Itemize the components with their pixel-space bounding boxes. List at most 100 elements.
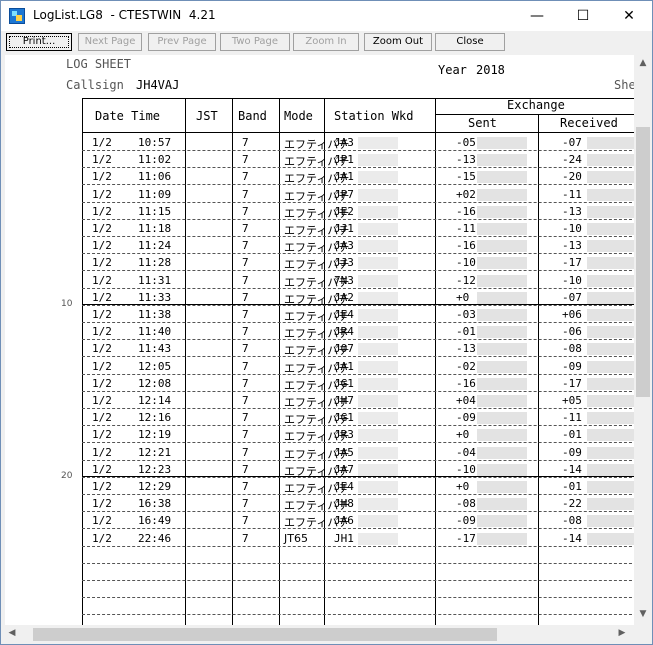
two-page-button[interactable]: Two Page — [220, 33, 290, 51]
redacted-block — [477, 205, 527, 218]
cell-date: 1/2 — [92, 153, 112, 167]
cell-sent: -11 — [456, 222, 476, 235]
cell-mode: JT65 — [284, 531, 308, 545]
line-number-10: 10 — [61, 299, 73, 309]
title-bar[interactable]: LogList.LG8 - CTESTWIN 4.21 — ☐ ✕ — [1, 1, 652, 31]
year-value: 2018 — [476, 63, 505, 77]
redacted-block — [477, 240, 527, 253]
horizontal-scrollbar[interactable]: ◀ ▶ — [1, 625, 634, 644]
redacted-block — [358, 515, 398, 528]
redacted-block — [358, 343, 398, 356]
redacted-block — [477, 377, 527, 390]
cell-station: JA1 — [334, 170, 354, 184]
prev-page-button[interactable]: Prev Page — [148, 33, 216, 51]
cell-sent: -12 — [456, 273, 476, 287]
row-separator — [82, 201, 634, 203]
vertical-scroll-thumb[interactable] — [636, 127, 650, 397]
cell-station: JA3 — [334, 239, 354, 253]
col-header-received: Received — [560, 116, 618, 130]
cell-time: 11:24 — [138, 239, 172, 253]
cell-date: 1/2 — [92, 531, 112, 545]
redacted-block — [477, 446, 527, 459]
cell-date: 1/2 — [92, 445, 112, 459]
zoom-in-button[interactable]: Zoom In — [293, 33, 359, 51]
scroll-up-arrow[interactable]: ▲ — [634, 58, 652, 68]
cell-station: 7N3 — [334, 273, 354, 287]
redacted-block — [587, 188, 634, 201]
maximize-button[interactable]: ☐ — [560, 1, 606, 31]
year-label: Year — [438, 63, 467, 77]
redacted-block — [358, 205, 398, 218]
redacted-block — [477, 326, 527, 339]
horizontal-scroll-thumb[interactable] — [33, 628, 497, 641]
redacted-block — [358, 481, 398, 493]
scroll-right-arrow[interactable]: ▶ — [613, 628, 631, 638]
row-separator — [82, 270, 634, 272]
cell-time: 12:29 — [138, 480, 172, 493]
cell-time: 11:18 — [138, 222, 172, 235]
col-header-date-time: Date Time — [95, 109, 161, 123]
redacted-block — [358, 395, 398, 407]
cell-time: 12:23 — [138, 462, 172, 476]
row-separator — [82, 442, 634, 444]
line-number-20: 20 — [61, 471, 73, 481]
row-separator — [82, 218, 634, 220]
scroll-down-arrow[interactable]: ▼ — [634, 609, 652, 619]
row-separator — [82, 459, 634, 461]
cell-band: 7 — [242, 514, 249, 528]
row-separator — [82, 597, 634, 599]
cell-station: JA6 — [334, 514, 354, 528]
redacted-block — [587, 395, 634, 407]
app-icon[interactable] — [9, 8, 25, 24]
cell-time: 11:38 — [138, 308, 172, 321]
cell-date: 1/2 — [92, 170, 112, 184]
redacted-block — [358, 274, 398, 287]
cell-received: -17 — [562, 376, 582, 390]
row-separator — [82, 304, 634, 306]
redacted-block — [358, 171, 398, 184]
cell-time: 12:14 — [138, 394, 172, 407]
cell-station: JA7 — [334, 462, 354, 476]
cell-received: -11 — [562, 411, 582, 425]
cell-sent: -01 — [456, 325, 476, 339]
redacted-block — [477, 412, 527, 425]
cell-time: 16:49 — [138, 514, 172, 528]
cell-time: 11:31 — [138, 273, 172, 287]
cell-band: 7 — [242, 531, 249, 545]
cell-station: JP1 — [334, 153, 354, 167]
close-window-button[interactable]: ✕ — [606, 1, 652, 31]
cell-date: 1/2 — [92, 204, 112, 218]
redacted-block — [477, 515, 527, 528]
cell-sent: -09 — [456, 514, 476, 528]
col-header-jst: JST — [196, 109, 218, 123]
row-separator — [82, 528, 634, 530]
redacted-block — [358, 309, 398, 321]
redacted-block — [587, 240, 634, 253]
cell-date: 1/2 — [92, 428, 112, 442]
cell-date: 1/2 — [92, 497, 112, 511]
cell-received: -20 — [562, 170, 582, 184]
close-button[interactable]: Close — [435, 33, 505, 51]
cell-sent: -10 — [456, 256, 476, 270]
redacted-block — [587, 291, 634, 304]
row-separator — [82, 580, 634, 581]
cell-band: 7 — [242, 428, 249, 442]
print-button[interactable]: Print... — [6, 33, 72, 51]
cell-band: 7 — [242, 256, 249, 270]
next-page-button[interactable]: Next Page — [78, 33, 142, 51]
minimize-button[interactable]: — — [514, 1, 560, 31]
row-separator — [82, 236, 634, 237]
row-separator — [82, 511, 634, 513]
redacted-block — [477, 309, 527, 321]
vertical-scrollbar[interactable]: ▲ ▼ — [634, 55, 652, 625]
redacted-block — [477, 171, 527, 184]
cell-station: JH7 — [334, 394, 354, 407]
cell-date: 1/2 — [92, 514, 112, 528]
row-separator — [82, 287, 634, 289]
scroll-left-arrow[interactable]: ◀ — [3, 628, 21, 638]
log-sheet-page: LOG SHEET Year 2018 Callsign JH4VAJ She … — [5, 55, 634, 625]
cell-date: 1/2 — [92, 394, 112, 407]
redacted-block — [358, 257, 398, 270]
zoom-out-button[interactable]: Zoom Out — [364, 33, 432, 51]
cell-band: 7 — [242, 222, 249, 235]
